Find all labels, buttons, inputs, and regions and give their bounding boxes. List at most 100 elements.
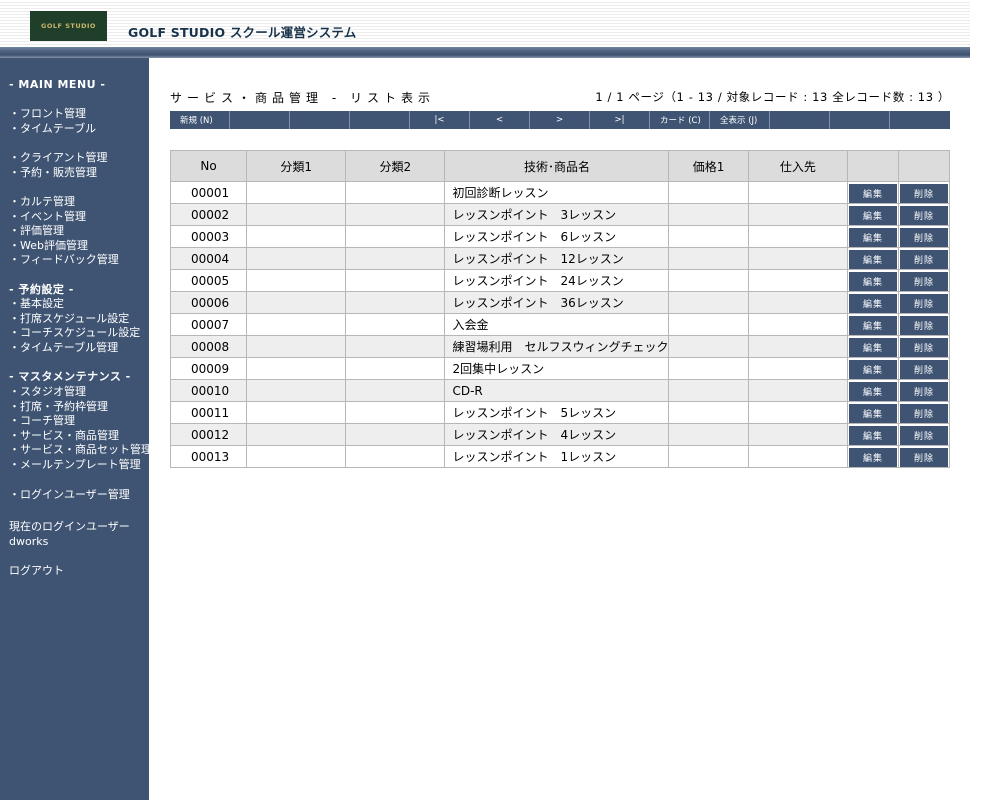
logout-link[interactable]: ログアウト bbox=[9, 564, 64, 579]
table-row: 00007 入会金 編集 削除 bbox=[169, 313, 951, 336]
row-no: 00005 bbox=[169, 269, 248, 292]
row-edit-cell: 編集 bbox=[846, 445, 899, 468]
edit-button[interactable]: 編集 bbox=[848, 403, 897, 423]
sidebar-item-reserve-2[interactable]: ・コーチスケジュール設定 bbox=[9, 326, 140, 341]
delete-button[interactable]: 削除 bbox=[899, 205, 948, 225]
delete-button[interactable]: 削除 bbox=[899, 403, 948, 423]
toolbar-blank-5[interactable] bbox=[830, 111, 890, 129]
row-category1 bbox=[246, 401, 347, 424]
menu-group-reserve: ・基本設定 ・打席スケジュール設定 ・コーチスケジュール設定 ・タイムテーブル管理 bbox=[9, 297, 140, 355]
edit-button[interactable]: 編集 bbox=[848, 227, 897, 247]
sidebar-item-reserve-3[interactable]: ・タイムテーブル管理 bbox=[9, 341, 140, 356]
toolbar-blank-2[interactable] bbox=[290, 111, 350, 129]
sidebar-item-karte-3[interactable]: ・Web評価管理 bbox=[9, 239, 119, 254]
sidebar-item-front-1[interactable]: ・タイムテーブル bbox=[9, 122, 96, 137]
row-edit-cell: 編集 bbox=[846, 225, 899, 248]
delete-button[interactable]: 削除 bbox=[899, 227, 948, 247]
delete-button[interactable]: 削除 bbox=[899, 183, 948, 203]
current-user-name: dworks bbox=[9, 535, 49, 548]
edit-button[interactable]: 編集 bbox=[848, 271, 897, 291]
column-header-7 bbox=[897, 150, 951, 182]
sidebar-item-karte-0[interactable]: ・カルテ管理 bbox=[9, 195, 119, 210]
row-product-name: レッスンポイント 6レッスン bbox=[444, 225, 670, 248]
table-row: 00004 レッスンポイント 12レッスン 編集 削除 bbox=[169, 247, 951, 270]
app-title: GOLF STUDIO スクール運営システム bbox=[128, 25, 357, 40]
row-category2 bbox=[345, 269, 446, 292]
row-price bbox=[668, 181, 749, 204]
row-supplier bbox=[747, 445, 848, 468]
edit-button[interactable]: 編集 bbox=[848, 205, 897, 225]
delete-button[interactable]: 削除 bbox=[899, 447, 948, 467]
sidebar-item-master-4[interactable]: ・サービス・商品セット管理 bbox=[9, 443, 152, 458]
prev-page-button[interactable]: < bbox=[470, 111, 530, 129]
delete-button[interactable]: 削除 bbox=[899, 271, 948, 291]
row-category1 bbox=[246, 357, 347, 380]
row-price bbox=[668, 379, 749, 402]
row-product-name: レッスンポイント 5レッスン bbox=[444, 401, 670, 424]
row-price bbox=[668, 445, 749, 468]
sidebar-item-karte-1[interactable]: ・イベント管理 bbox=[9, 210, 119, 225]
edit-button[interactable]: 編集 bbox=[848, 337, 897, 357]
row-price bbox=[668, 203, 749, 226]
sidebar-item-login-users[interactable]: ・ログインユーザー管理 bbox=[9, 488, 130, 503]
row-delete-cell: 削除 bbox=[897, 291, 951, 314]
edit-button[interactable]: 編集 bbox=[848, 359, 897, 379]
row-delete-cell: 削除 bbox=[897, 225, 951, 248]
sidebar-item-master-3[interactable]: ・サービス・商品管理 bbox=[9, 429, 152, 444]
row-supplier bbox=[747, 379, 848, 402]
sidebar-item-client-0[interactable]: ・クライアント管理 bbox=[9, 151, 108, 166]
sidebar-item-front-0[interactable]: ・フロント管理 bbox=[9, 107, 96, 122]
row-category2 bbox=[345, 225, 446, 248]
toolbar-blank-4[interactable] bbox=[770, 111, 830, 129]
delete-button[interactable]: 削除 bbox=[899, 337, 948, 357]
row-no: 00002 bbox=[169, 203, 248, 226]
row-category1 bbox=[246, 247, 347, 270]
sidebar-item-reserve-0[interactable]: ・基本設定 bbox=[9, 297, 140, 312]
sidebar-item-master-0[interactable]: ・スタジオ管理 bbox=[9, 385, 152, 400]
new-button[interactable]: 新規 (N) bbox=[170, 111, 230, 129]
column-header-6 bbox=[846, 150, 899, 182]
toolbar-blank-3[interactable] bbox=[350, 111, 410, 129]
table-row: 00009 2回集中レッスン 編集 削除 bbox=[169, 357, 951, 380]
current-user-label: 現在のログインユーザー bbox=[9, 520, 130, 533]
row-supplier bbox=[747, 313, 848, 336]
row-no: 00012 bbox=[169, 423, 248, 446]
delete-button[interactable]: 削除 bbox=[899, 425, 948, 445]
sidebar-item-master-1[interactable]: ・打席・予約枠管理 bbox=[9, 400, 152, 415]
edit-button[interactable]: 編集 bbox=[848, 315, 897, 335]
table-row: 00008 練習場利用 セルフスウィングチェック 編集 削除 bbox=[169, 335, 951, 358]
edit-button[interactable]: 編集 bbox=[848, 183, 897, 203]
sidebar-item-master-5[interactable]: ・メールテンプレート管理 bbox=[9, 458, 152, 473]
row-category2 bbox=[345, 313, 446, 336]
card-button[interactable]: カード (C) bbox=[650, 111, 710, 129]
row-product-name: レッスンポイント 3レッスン bbox=[444, 203, 670, 226]
last-page-button[interactable]: >| bbox=[590, 111, 650, 129]
toolbar-blank-6[interactable] bbox=[890, 111, 950, 129]
sidebar-item-karte-4[interactable]: ・フィードバック管理 bbox=[9, 253, 119, 268]
sidebar-item-karte-2[interactable]: ・評価管理 bbox=[9, 224, 119, 239]
row-supplier bbox=[747, 269, 848, 292]
row-price bbox=[668, 423, 749, 446]
first-page-button[interactable]: |< bbox=[410, 111, 470, 129]
edit-button[interactable]: 編集 bbox=[848, 381, 897, 401]
row-delete-cell: 削除 bbox=[897, 269, 951, 292]
edit-button[interactable]: 編集 bbox=[848, 293, 897, 313]
delete-button[interactable]: 削除 bbox=[899, 359, 948, 379]
show-all-button[interactable]: 全表示 (J) bbox=[710, 111, 770, 129]
delete-button[interactable]: 削除 bbox=[899, 293, 948, 313]
edit-button[interactable]: 編集 bbox=[848, 447, 897, 467]
row-delete-cell: 削除 bbox=[897, 445, 951, 468]
toolbar-blank-1[interactable] bbox=[230, 111, 290, 129]
row-product-name: 入会金 bbox=[444, 313, 670, 336]
next-page-button[interactable]: > bbox=[530, 111, 590, 129]
delete-button[interactable]: 削除 bbox=[899, 315, 948, 335]
sidebar-item-master-2[interactable]: ・コーチ管理 bbox=[9, 414, 152, 429]
delete-button[interactable]: 削除 bbox=[899, 249, 948, 269]
column-header-5: 仕入先 bbox=[747, 150, 848, 182]
edit-button[interactable]: 編集 bbox=[848, 425, 897, 445]
edit-button[interactable]: 編集 bbox=[848, 249, 897, 269]
sidebar-item-client-1[interactable]: ・予約・販売管理 bbox=[9, 166, 108, 181]
delete-button[interactable]: 削除 bbox=[899, 381, 948, 401]
row-edit-cell: 編集 bbox=[846, 401, 899, 424]
sidebar-item-reserve-1[interactable]: ・打席スケジュール設定 bbox=[9, 312, 140, 327]
